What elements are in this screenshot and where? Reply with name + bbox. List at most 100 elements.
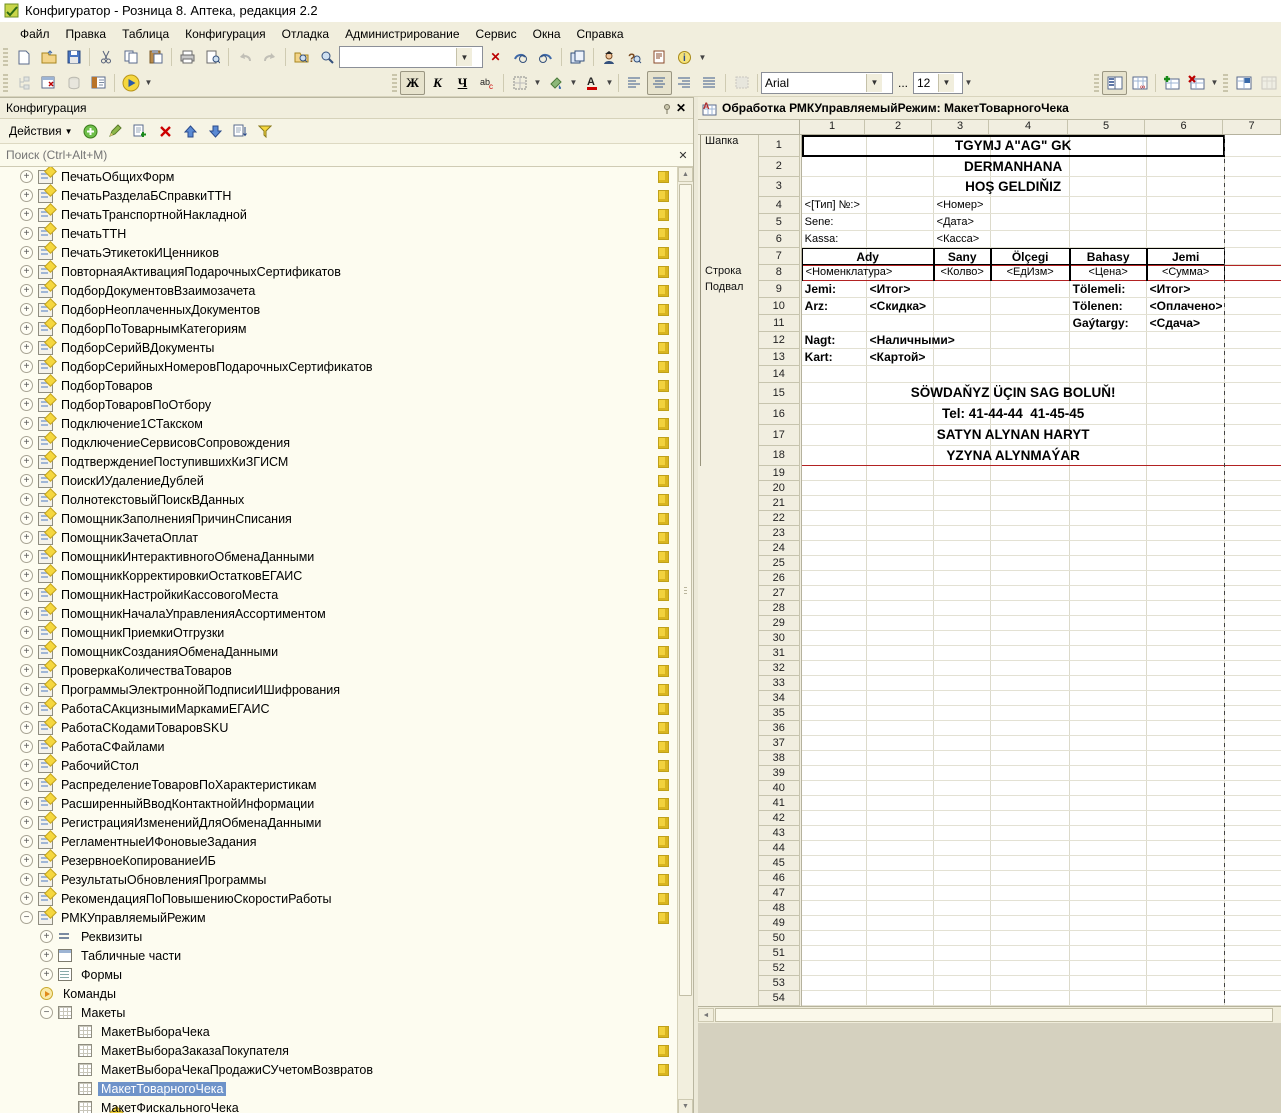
insert-names-button[interactable] [1159,71,1184,95]
tree-item[interactable]: +ПоискИУдалениеДублей [0,471,693,490]
expander-icon[interactable]: + [20,246,33,259]
sheet-row[interactable] [802,901,1281,916]
row-header[interactable]: 7 [759,248,800,265]
expander-icon[interactable]: − [20,911,33,924]
expander-icon[interactable]: + [40,930,53,943]
sheet-cell[interactable]: <Номер> [934,197,1070,214]
debug-dropdown-button[interactable]: ▼ [143,72,154,94]
sheet-row[interactable] [802,556,1281,571]
tree-item[interactable]: +РаспределениеТоваровПоХарактеристикам [0,775,693,794]
tree-item[interactable]: +Табличные части [0,946,693,965]
text-color-dropdown[interactable]: ▼ [604,72,615,94]
copy-button[interactable] [118,45,143,69]
tree-item[interactable]: +ПодборПоТоварнымКатегориям [0,319,693,338]
row-header[interactable]: 2 [759,157,800,177]
column-header[interactable]: 2 [865,120,932,134]
save-button[interactable] [61,45,86,69]
row-header[interactable]: 40 [759,781,800,796]
font-abc-button[interactable]: abc [475,71,500,95]
sheet-row[interactable] [802,991,1281,1006]
row-header[interactable]: 38 [759,751,800,766]
search-prev-button[interactable] [533,45,558,69]
tree-item[interactable]: +РасширенныйВводКонтактнойИнформации [0,794,693,813]
tree-item[interactable]: −РМКУправляемыйРежим [0,908,693,927]
sheet-row[interactable] [802,736,1281,751]
expander-icon[interactable]: − [40,1006,53,1019]
sheet-row[interactable] [802,811,1281,826]
expander-icon[interactable]: + [20,284,33,297]
column-header[interactable]: 3 [932,120,989,134]
toolbar-grip[interactable] [392,74,397,92]
row-header[interactable]: 35 [759,706,800,721]
row-header[interactable]: 45 [759,856,800,871]
expander-icon[interactable]: + [20,303,33,316]
align-left-button[interactable] [622,71,647,95]
sheet-cell[interactable]: <Цена> [1070,265,1147,281]
sheet-row[interactable] [802,871,1281,886]
tree-item[interactable]: МакетВыбораЧекаПродажиСУчетомВозвратов [0,1060,693,1079]
tree-item[interactable]: +РекомендацияПоПовышениюСкоростиРаботы [0,889,693,908]
expander-icon[interactable]: + [20,892,33,905]
row-header[interactable]: 8 [759,265,800,281]
row-header[interactable]: 54 [759,991,800,1006]
sheet-cell[interactable]: Ady [802,248,934,265]
menu-item[interactable]: Правка [58,25,115,43]
sheet-cell[interactable]: Ölçegi [991,248,1070,265]
tree-item[interactable]: +ПечатьТранспортнойНакладной [0,205,693,224]
delete-names-button[interactable] [1184,71,1209,95]
sheet-cell[interactable]: Gaýtargy: [1070,315,1147,332]
row-header[interactable]: 12 [759,332,800,349]
expander-icon[interactable]: + [20,569,33,582]
sheet-cell[interactable]: <ЕдИзм> [991,265,1070,281]
expander-icon[interactable]: + [20,721,33,734]
expander-icon[interactable]: + [20,436,33,449]
sort-button[interactable] [228,119,253,143]
row-header[interactable]: 13 [759,349,800,366]
menu-item[interactable]: Конфигурация [177,25,274,43]
tree-item[interactable]: +ПроверкаКоличестваТоваров [0,661,693,680]
sheet-cell[interactable]: DERMANHANA [802,157,1225,177]
sheet-cell[interactable]: SATYN ALYNAN HARYT [802,425,1225,446]
sheet-row[interactable] [802,541,1281,556]
row-header[interactable]: 1 [759,135,800,157]
row-header[interactable]: 17 [759,425,800,446]
row-header[interactable]: 10 [759,298,800,315]
row-header[interactable]: 21 [759,496,800,511]
expander-icon[interactable]: + [20,835,33,848]
sheet-row[interactable] [802,661,1281,676]
menu-item[interactable]: Отладка [274,25,337,43]
add-button[interactable] [78,119,103,143]
sheet-row[interactable] [802,916,1281,931]
expander-icon[interactable]: + [20,398,33,411]
menu-item[interactable]: Справка [569,25,632,43]
menu-item[interactable]: Таблица [114,25,177,43]
sheet-cell[interactable]: <Касса> [934,231,1070,248]
row-header[interactable]: 41 [759,796,800,811]
names-overflow-button[interactable]: ▼ [1209,72,1220,94]
sheet-row[interactable] [802,796,1281,811]
row-header[interactable]: 51 [759,946,800,961]
expander-icon[interactable]: + [20,645,33,658]
row-header[interactable]: 11 [759,315,800,332]
row-header[interactable]: 26 [759,571,800,586]
expander-icon[interactable]: + [20,588,33,601]
tree-item[interactable]: +ПечатьЭтикетокИЦенников [0,243,693,262]
expander-icon[interactable]: + [20,493,33,506]
row-header[interactable]: 6 [759,231,800,248]
section-label[interactable]: Подвал [700,281,758,466]
tree-item[interactable]: +РаботаСКодамиТоваровSKU [0,718,693,737]
sheet-row[interactable] [802,841,1281,856]
tree-item[interactable]: +ПомощникПриемкиОтгрузки [0,623,693,642]
sheet-row[interactable] [802,616,1281,631]
row-header[interactable]: 43 [759,826,800,841]
row-header[interactable]: 32 [759,661,800,676]
tree-item[interactable]: +ПомощникНастройкиКассовогоМеста [0,585,693,604]
row-header[interactable]: 44 [759,841,800,856]
sheet-row[interactable] [802,691,1281,706]
sheet-row[interactable] [802,466,1281,481]
row-header[interactable]: 46 [759,871,800,886]
sheet-row[interactable] [802,646,1281,661]
tree-item[interactable]: +РегламентныеИФоновыеЗадания [0,832,693,851]
exchange-panel-button[interactable] [86,71,111,95]
database-button[interactable] [61,71,86,95]
